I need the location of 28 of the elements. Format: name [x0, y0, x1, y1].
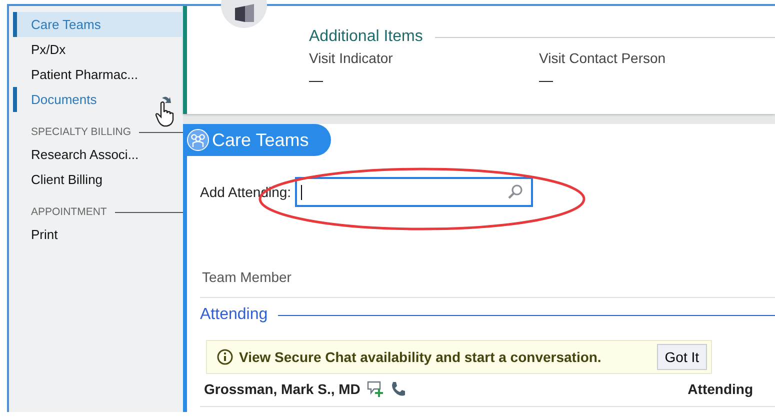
search-field[interactable]: [295, 177, 534, 207]
group-header: Attending: [200, 306, 268, 324]
hand-cursor-icon: [155, 101, 175, 127]
sidebar-item[interactable]: Research Associ...: [13, 142, 183, 167]
info-icon: [217, 349, 233, 365]
got-it-button[interactable]: Got It: [656, 344, 707, 370]
search-icon: [507, 184, 524, 200]
field-value: —: [539, 72, 554, 88]
panel-title: Care Teams: [212, 130, 309, 150]
sidebar-item[interactable]: Px/Dx: [13, 37, 183, 62]
notice-text: View Secure Chat availability and start a conversation.: [239, 349, 602, 365]
chat-icon[interactable]: [366, 380, 384, 398]
sidebar-item[interactable]: Care Teams: [13, 12, 183, 37]
people-icon: [187, 129, 209, 151]
member-name: Grossman, Mark S., MD: [204, 381, 360, 397]
section-title: Additional Items: [309, 28, 423, 46]
field-label: Visit Indicator: [309, 50, 394, 66]
section-header: SPECIALTY BILLING: [31, 126, 131, 138]
sidebar-item[interactable]: Client Billing: [13, 167, 183, 192]
sidebar-item[interactable]: Print: [13, 222, 183, 247]
column-header: Team Member: [202, 269, 292, 285]
phone-icon[interactable]: [390, 381, 406, 397]
member-role: Attending: [688, 381, 753, 397]
section-header: APPOINTMENT: [31, 206, 107, 218]
field-label: Visit Contact Person: [539, 50, 667, 66]
sidebar-item[interactable]: Patient Pharmac...: [13, 62, 183, 87]
arrow-icon[interactable]: [161, 95, 173, 105]
field-value: —: [309, 72, 324, 88]
